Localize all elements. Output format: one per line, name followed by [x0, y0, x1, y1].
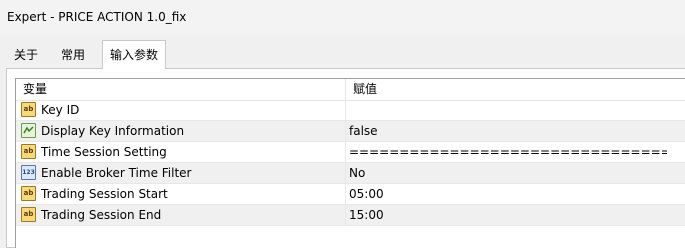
tab-about[interactable]: 关于 — [12, 43, 40, 67]
param-name-cell: ab Trading Session End — [16, 205, 346, 225]
table-header: 变量 赋值 — [16, 79, 685, 101]
table-row[interactable]: ab Trading Session Start 05:00 — [16, 184, 685, 205]
param-name-cell: ab Trading Session Start — [16, 184, 346, 204]
string-type-icon: ab — [21, 186, 36, 201]
table-row[interactable]: Display Key Information false — [16, 121, 685, 142]
string-type-icon: ab — [21, 102, 36, 117]
enum-type-icon: 123 — [21, 165, 36, 180]
param-name: Display Key Information — [41, 124, 185, 138]
tab-bar: 关于 常用 输入参数 — [0, 40, 685, 69]
param-value[interactable] — [349, 100, 667, 120]
param-value[interactable]: ====================================... — [349, 142, 667, 162]
param-name-cell: ab Time Session Setting — [16, 142, 346, 162]
table-row[interactable]: 123 Enable Broker Time Filter No — [16, 163, 685, 184]
tab-input-parameters[interactable]: 输入参数 — [102, 40, 166, 69]
table-row[interactable]: ab Trading Session End 15:00 — [16, 205, 685, 226]
title-bar: Expert - PRICE ACTION 1.0_fix — [0, 0, 685, 36]
bool-type-icon — [21, 123, 36, 138]
string-type-icon: ab — [21, 144, 36, 159]
param-name-cell: 123 Enable Broker Time Filter — [16, 163, 346, 183]
param-name: Key ID — [41, 103, 80, 117]
param-name-cell: ab Key ID — [16, 100, 346, 120]
column-header-variable[interactable]: 变量 — [16, 79, 346, 100]
tab-common[interactable]: 常用 — [58, 43, 88, 67]
string-type-icon: ab — [21, 207, 36, 222]
param-value[interactable]: No — [349, 163, 667, 183]
parameters-table: 变量 赋值 ab Key ID Display Key Information … — [15, 78, 685, 248]
param-name: Time Session Setting — [41, 145, 167, 159]
param-name: Trading Session End — [41, 208, 162, 222]
table-row[interactable]: ab Time Session Setting ================… — [16, 142, 685, 163]
param-name-cell: Display Key Information — [16, 121, 346, 141]
param-value[interactable]: false — [349, 121, 667, 141]
window-title: Expert - PRICE ACTION 1.0_fix — [7, 10, 187, 24]
param-name: Trading Session Start — [41, 187, 168, 201]
param-value[interactable]: 05:00 — [349, 184, 667, 204]
column-header-value[interactable]: 赋值 — [346, 79, 685, 100]
param-name: Enable Broker Time Filter — [41, 166, 192, 180]
table-row[interactable]: ab Key ID — [16, 100, 685, 121]
param-value[interactable]: 15:00 — [349, 205, 667, 225]
